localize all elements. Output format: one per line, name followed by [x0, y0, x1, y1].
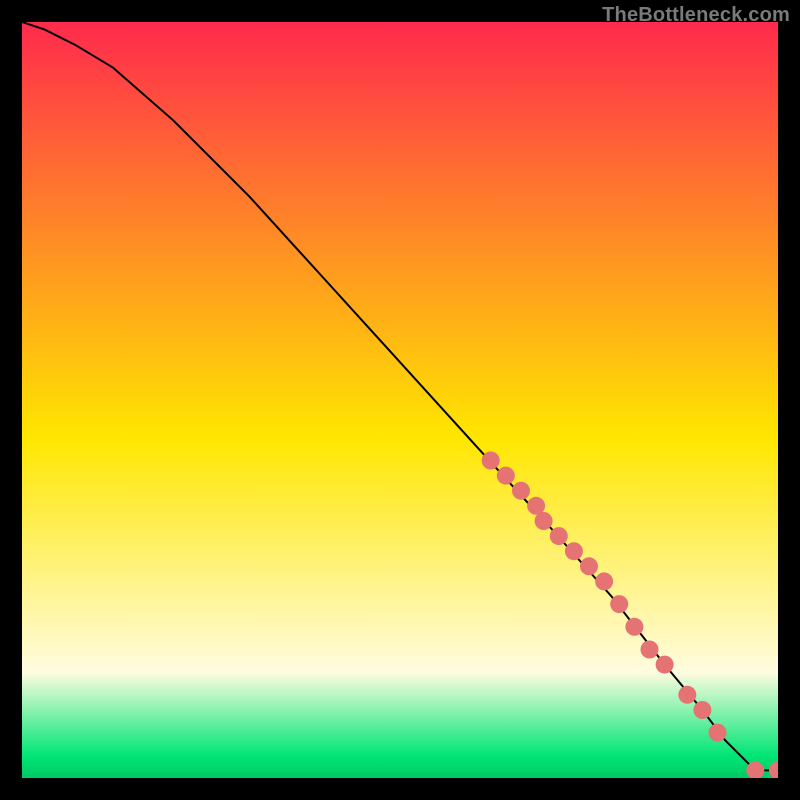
- sample-dot: [641, 641, 659, 659]
- sample-dot: [497, 467, 515, 485]
- sample-dot: [678, 686, 696, 704]
- watermark-text: TheBottleneck.com: [602, 4, 790, 27]
- plot-svg: [22, 22, 778, 778]
- sample-dot: [512, 482, 530, 500]
- sample-dot: [482, 452, 500, 470]
- sample-dot: [709, 724, 727, 742]
- sample-dot: [535, 512, 553, 530]
- sample-dot: [625, 618, 643, 636]
- sample-dot: [565, 542, 583, 560]
- sample-dot: [693, 701, 711, 719]
- sample-dot: [656, 656, 674, 674]
- sample-dot: [610, 595, 628, 613]
- sample-dot: [595, 572, 613, 590]
- sample-dot: [550, 527, 568, 545]
- plot-area: [22, 22, 778, 778]
- chart-stage: TheBottleneck.com: [0, 0, 800, 800]
- sample-dot: [580, 557, 598, 575]
